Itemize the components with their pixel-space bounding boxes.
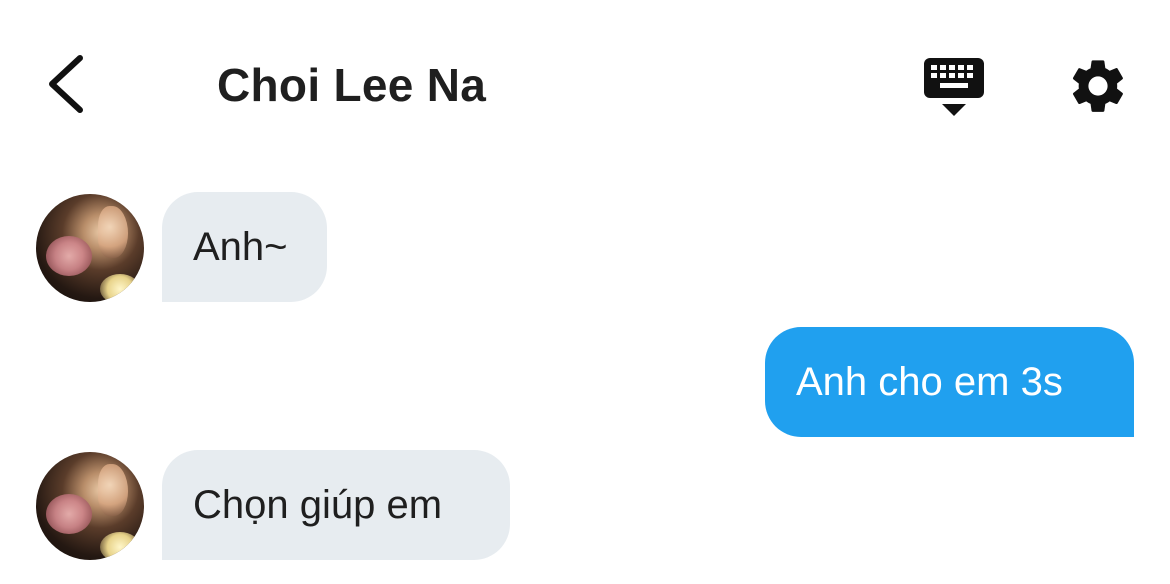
chevron-left-icon xyxy=(49,55,83,113)
gear-icon xyxy=(1072,60,1123,112)
contact-avatar[interactable] xyxy=(36,194,144,302)
keyboard-toggle-button[interactable] xyxy=(920,54,988,118)
settings-button[interactable] xyxy=(1066,54,1130,118)
back-button[interactable] xyxy=(40,52,96,116)
keyboard-hide-icon xyxy=(924,58,984,116)
contact-avatar[interactable] xyxy=(36,452,144,560)
message-bubble-incoming[interactable]: Chọn giúp em xyxy=(162,450,510,560)
message-text: Chọn giúp em xyxy=(193,483,443,527)
message-text: Anh~ xyxy=(193,225,288,269)
message-bubble-outgoing[interactable]: Anh cho em 3s xyxy=(765,327,1134,437)
chat-header: Choi Lee Na xyxy=(0,0,1170,170)
message-bubble-incoming[interactable]: Anh~ xyxy=(162,192,327,302)
chat-title: Choi Lee Na xyxy=(217,59,487,111)
message-text: Anh cho em 3s xyxy=(796,360,1063,404)
